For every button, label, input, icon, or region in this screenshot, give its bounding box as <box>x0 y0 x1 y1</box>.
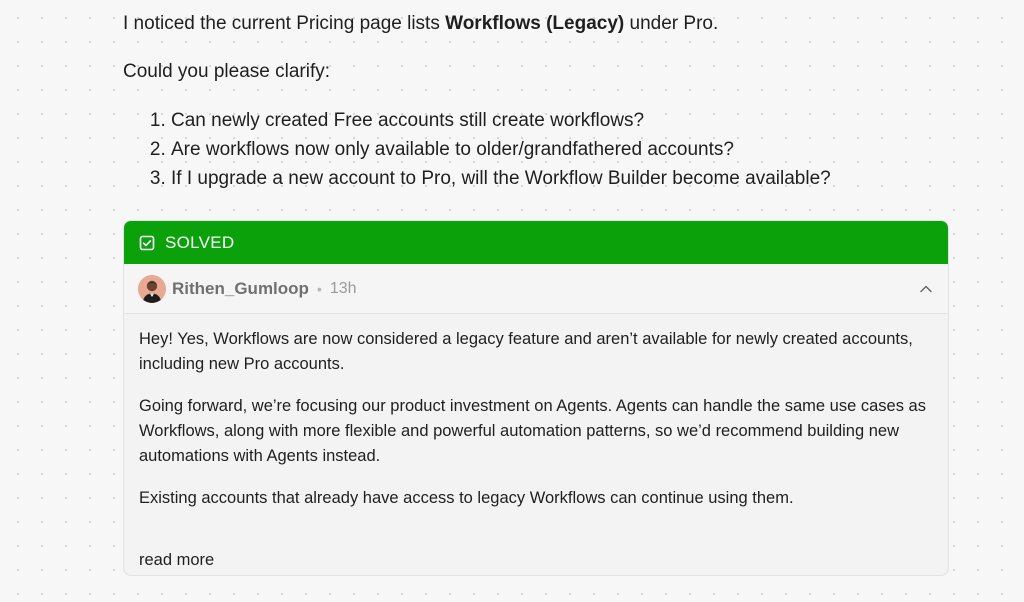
intro-prefix: I noticed the current Pricing page lists <box>123 13 446 34</box>
answer-paragraph: Existing accounts that already have acce… <box>139 489 794 507</box>
question-ask: Could you please clarify: <box>123 61 330 82</box>
author-name[interactable]: Rithen_Gumloop <box>172 279 309 299</box>
separator-dot: • <box>316 280 322 297</box>
solved-label: SOLVED <box>165 232 235 252</box>
read-more-link[interactable]: read more <box>139 548 214 573</box>
answer-paragraph: Going forward, we’re focusing our produc… <box>139 397 926 465</box>
question-item: If I upgrade a new account to Pro, will … <box>171 164 831 193</box>
solved-answer-card: SOLVED Rithen_Gumloop • 13h Hey! Yes, Wo… <box>123 220 949 576</box>
question-item: Can newly created Free accounts still cr… <box>171 106 831 135</box>
avatar[interactable] <box>138 274 166 303</box>
answer-body: Hey! Yes, Workflows are now considered a… <box>124 314 948 573</box>
answer-paragraph: Hey! Yes, Workflows are now considered a… <box>139 330 913 373</box>
question-intro: I noticed the current Pricing page lists… <box>123 11 718 37</box>
solved-banner: SOLVED <box>124 221 948 264</box>
intro-bold: Workflows (Legacy) <box>445 13 625 34</box>
post-age: 13h <box>329 279 357 297</box>
check-square-icon <box>139 235 155 251</box>
answer-header: Rithen_Gumloop • 13h <box>124 264 948 314</box>
intro-suffix: under Pro. <box>624 13 719 34</box>
chevron-up-icon[interactable] <box>918 281 934 297</box>
question-list: Can newly created Free accounts still cr… <box>123 106 831 193</box>
question-item: Are workflows now only available to olde… <box>171 135 831 164</box>
